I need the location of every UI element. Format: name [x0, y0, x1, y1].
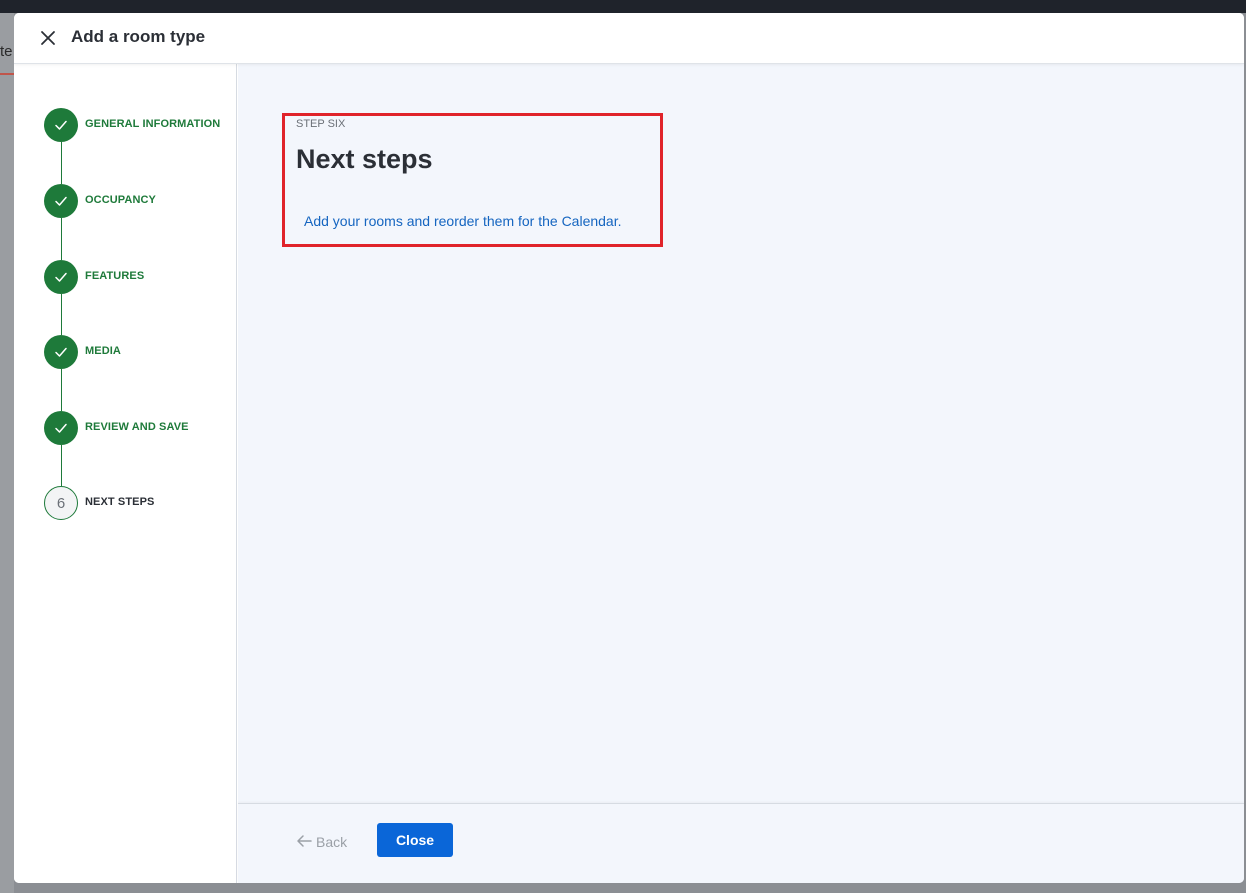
stepper-sidebar: GENERAL INFORMATION OCCUPANCY FEATURES M…: [14, 64, 237, 883]
background-text: te: [0, 43, 13, 60]
modal-title: Add a room type: [71, 27, 206, 46]
step-label: OCCUPANCY: [85, 194, 156, 206]
step-label: MEDIA: [85, 345, 121, 357]
step-review-and-save[interactable]: REVIEW AND SAVE: [44, 411, 234, 445]
step-eyebrow: STEP SIX: [296, 118, 346, 130]
step-connector: [61, 218, 62, 260]
back-button[interactable]: Back: [296, 831, 347, 853]
step-label: FEATURES: [85, 270, 145, 282]
app-top-bar: [0, 0, 1246, 13]
step-media[interactable]: MEDIA: [44, 335, 234, 369]
add-room-type-modal: Add a room type GENERAL INFORMATION OCCU…: [14, 13, 1244, 883]
background-underline: [0, 73, 14, 75]
modal-footer: Back Close: [238, 803, 1244, 883]
check-icon: [44, 335, 78, 369]
check-icon: [44, 411, 78, 445]
step-connector: [61, 445, 62, 486]
check-icon: [44, 260, 78, 294]
arrow-left-icon: [296, 834, 312, 851]
page-title: Next steps: [296, 144, 433, 174]
add-rooms-link[interactable]: Add your rooms and reorder them for the …: [304, 213, 622, 229]
modal-header: Add a room type: [14, 13, 1244, 64]
step-features[interactable]: FEATURES: [44, 260, 234, 294]
close-icon[interactable]: [38, 28, 58, 48]
step-content: STEP SIX Next steps Add your rooms and r…: [238, 64, 1244, 803]
step-number: 6: [44, 486, 78, 520]
close-button[interactable]: Close: [377, 823, 453, 857]
step-label: GENERAL INFORMATION: [85, 118, 221, 130]
step-connector: [61, 142, 62, 184]
check-icon: [44, 184, 78, 218]
step-connector: [61, 369, 62, 411]
step-connector: [61, 294, 62, 335]
background-page: te: [0, 13, 14, 893]
step-label: REVIEW AND SAVE: [85, 421, 189, 433]
step-general-information[interactable]: GENERAL INFORMATION: [44, 108, 234, 142]
check-icon: [44, 108, 78, 142]
back-label: Back: [316, 834, 348, 850]
step-occupancy[interactable]: OCCUPANCY: [44, 184, 234, 218]
step-next-steps[interactable]: 6 NEXT STEPS: [44, 486, 234, 520]
step-label: NEXT STEPS: [85, 496, 155, 508]
